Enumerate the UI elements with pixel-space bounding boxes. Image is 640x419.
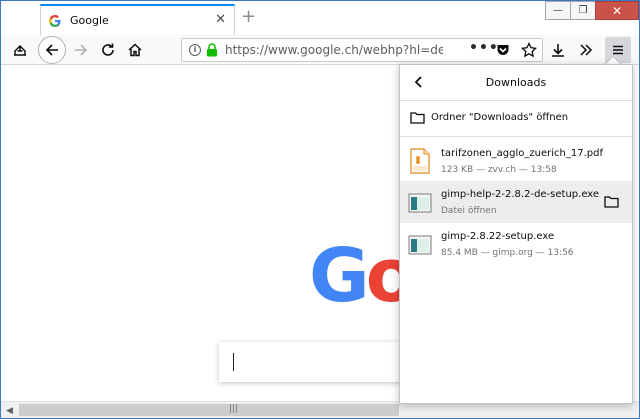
back-arrow-icon — [45, 44, 58, 56]
maximize-button[interactable]: ❐ — [570, 1, 596, 20]
window-close-button[interactable]: ✕ — [595, 1, 639, 20]
window-controls: — ❐ ✕ — [545, 1, 639, 21]
open-downloads-folder-button[interactable]: Ordner "Downloads" öffnen — [400, 101, 632, 137]
show-in-folder-icon[interactable] — [604, 195, 619, 208]
tab-title: Google — [70, 14, 109, 27]
back-button[interactable] — [38, 36, 66, 64]
download-item-meta: Datei öffnen — [441, 206, 497, 216]
downloads-panel-header: Downloads — [400, 65, 632, 101]
google-logo-g: G — [309, 233, 370, 319]
scrollbar-thumb[interactable]: ||| — [19, 404, 399, 416]
scroll-left-icon[interactable]: ◀ — [6, 406, 13, 416]
new-tab-icon[interactable]: + — [241, 7, 256, 27]
home-icon[interactable] — [123, 38, 147, 62]
google-logo: Go — [309, 233, 417, 319]
bookmark-star-icon[interactable] — [521, 42, 537, 58]
search-input[interactable] — [219, 342, 409, 382]
download-item-pdf[interactable]: tarifzonen_agglo_zuerich_17.pdf 123 KB —… — [400, 140, 632, 182]
folder-icon — [410, 112, 425, 124]
page-actions-icon[interactable]: ••• — [469, 40, 499, 56]
pocket-icon[interactable] — [496, 43, 510, 57]
google-favicon-icon — [49, 15, 61, 27]
downloads-panel: Downloads Ordner "Downloads" öffnen tari… — [399, 64, 633, 404]
exe-file-icon — [408, 193, 432, 213]
open-downloads-folder-label: Ordner "Downloads" öffnen — [431, 112, 569, 123]
download-item-meta: 123 KB — zvv.ch — 13:58 — [441, 165, 557, 175]
url-input[interactable]: https://www.google.ch/webhp?hl=de&dcr=0 — [225, 43, 443, 57]
site-info-icon[interactable]: i — [189, 44, 201, 56]
downloads-icon[interactable] — [546, 38, 570, 62]
download-item-gimp-setup[interactable]: gimp-2.8.22-setup.exe 85.4 MB — gimp.org… — [400, 223, 632, 265]
pdf-file-icon — [410, 148, 430, 174]
url-bar[interactable]: i https://www.google.ch/webhp?hl=de&dcr=… — [181, 38, 543, 62]
browser-window: Google ✕ + — ❐ ✕ i https://www.google.ch… — [0, 0, 640, 419]
tab-google[interactable]: Google ✕ — [40, 4, 235, 35]
title-bar: Google ✕ + — ❐ ✕ — [1, 1, 639, 35]
exe-file-icon — [408, 235, 432, 255]
download-item-name: gimp-2.8.22-setup.exe — [441, 231, 555, 242]
navigation-bar: i https://www.google.ch/webhp?hl=de&dcr=… — [1, 35, 639, 65]
overflow-chevrons-icon[interactable] — [574, 38, 598, 62]
download-item-meta: 85.4 MB — gimp.org — 13:56 — [441, 248, 574, 258]
download-item-name: gimp-help-2-2.8.2-de-setup.exe — [441, 189, 600, 200]
downloads-panel-title: Downloads — [485, 76, 547, 89]
secure-lock-icon[interactable] — [206, 43, 218, 57]
minimize-button[interactable]: — — [545, 1, 571, 20]
download-item-name: tarifzonen_agglo_zuerich_17.pdf — [441, 148, 603, 159]
library-icon[interactable] — [8, 38, 32, 62]
scrollbar-grip-icon: ||| — [229, 404, 239, 414]
text-caret — [233, 353, 234, 371]
tab-close-icon[interactable]: ✕ — [215, 12, 226, 28]
download-item-gimp-help[interactable]: gimp-help-2-2.8.2-de-setup.exe Datei öff… — [400, 181, 632, 223]
forward-arrow-icon[interactable] — [69, 38, 93, 62]
reload-icon[interactable] — [96, 38, 120, 62]
